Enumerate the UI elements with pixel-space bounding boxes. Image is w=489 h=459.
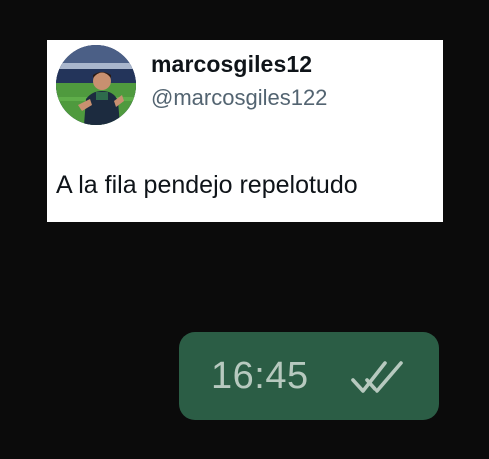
tweet-text: A la fila pendejo repelotudo — [56, 171, 358, 199]
message-timestamp: 16:45 — [211, 355, 309, 397]
avatar — [56, 45, 136, 125]
tweet-handle: @marcosgiles122 — [151, 85, 328, 110]
outgoing-message-bubble[interactable]: 16:45 — [179, 332, 439, 420]
tweet-display-name: marcosgiles12 — [151, 51, 313, 77]
tweet-screenshot-image[interactable]: marcosgiles12 @marcosgiles122 A la fila … — [47, 40, 443, 222]
double-check-icon — [349, 360, 411, 394]
chat-screen: marcosgiles12 @marcosgiles122 A la fila … — [0, 0, 489, 459]
